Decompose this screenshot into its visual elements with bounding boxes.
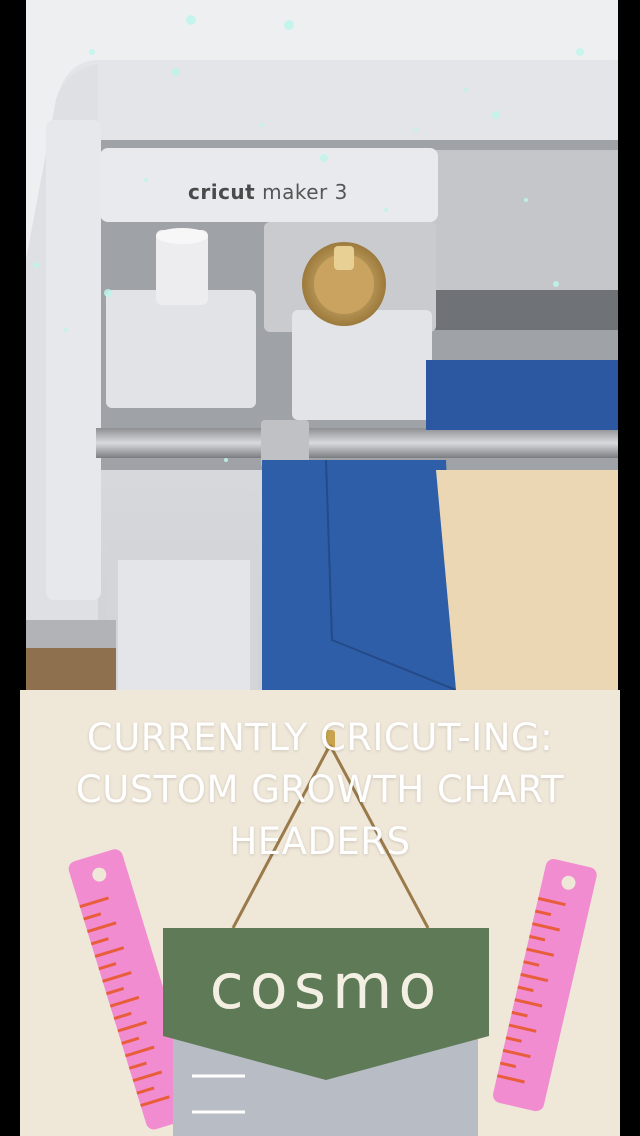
- growth-chart-card: CURRENTLY CRICUT-ING: CUSTOM GROWTH CHAR…: [20, 690, 620, 1136]
- video-frame: cricut maker 3 CURRENTLY CRICUT-ING: CUS…: [0, 0, 640, 1136]
- machine-illustration: [26, 0, 618, 690]
- sign-name-text: cosmo: [209, 950, 443, 1023]
- machine-brand-label: cricut maker 3: [188, 180, 348, 204]
- ruler-right-icon: [492, 859, 597, 1112]
- machine-photo: cricut maker 3: [26, 0, 618, 690]
- headline-line-1: CURRENTLY CRICUT-ING:: [86, 716, 554, 759]
- headline-line-3: HEADERS: [229, 820, 411, 863]
- headline: CURRENTLY CRICUT-ING: CUSTOM GROWTH CHAR…: [20, 712, 620, 868]
- headline-line-2: CUSTOM GROWTH CHART: [75, 768, 565, 811]
